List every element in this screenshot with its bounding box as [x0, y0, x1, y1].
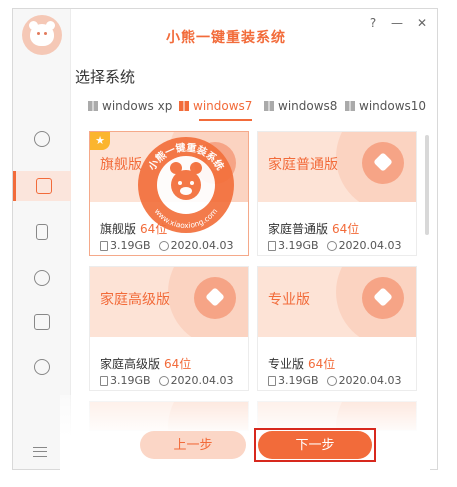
windows-logo-icon — [264, 101, 274, 111]
card-label: 家庭高级版 — [100, 292, 170, 308]
sidebar-item-bear[interactable] — [13, 124, 71, 154]
os-card-home-basic[interactable]: 家庭普通版 家庭普通版 64位 3.19GB 2020.04.03 — [257, 131, 417, 256]
card-meta: 3.19GB 2020.04.03 — [100, 374, 234, 387]
sidebar-item-system[interactable] — [13, 171, 71, 201]
watermark-stamp: 小熊一键重装系统 www.xiaoxiong.com — [138, 137, 234, 233]
sidebar-item-chat[interactable] — [13, 263, 71, 293]
minimize-icon[interactable]: — — [389, 15, 405, 31]
card-name: 家庭普通版 64位 — [268, 222, 360, 236]
card-label: 旗舰版 — [100, 157, 142, 173]
card-name: 家庭高级版 64位 — [100, 357, 192, 371]
sidebar-item-planet[interactable] — [13, 352, 71, 382]
close-icon[interactable]: ✕ — [414, 15, 430, 31]
planet-icon — [34, 359, 50, 375]
sidebar-item-help[interactable] — [13, 307, 71, 337]
star-badge-icon: ★ — [90, 132, 110, 150]
card-meta: 3.19GB 2020.04.03 — [268, 239, 402, 252]
clock-icon — [326, 375, 337, 386]
clock-icon — [326, 240, 337, 251]
menu-icon[interactable] — [33, 447, 47, 457]
os-card-home-premium[interactable]: 家庭高级版 家庭高级版 64位 3.19GB 2020.04.03 — [89, 266, 249, 391]
usb-icon — [36, 224, 48, 240]
bear-logo-icon — [22, 15, 62, 55]
disk-icon — [100, 375, 108, 386]
windows-logo-icon — [345, 101, 355, 111]
scrollbar[interactable] — [425, 135, 429, 235]
os-card-professional[interactable]: 专业版 专业版 64位 3.19GB 2020.04.03 — [257, 266, 417, 391]
next-button-highlight — [254, 428, 376, 462]
card-meta: 3.19GB 2020.04.03 — [100, 239, 234, 252]
tab-windows8[interactable]: windows8 — [264, 93, 337, 119]
card-label: 专业版 — [268, 292, 310, 308]
bear-icon — [34, 131, 50, 147]
card-name: 专业版 64位 — [268, 357, 336, 371]
section-title: 选择系统 — [75, 68, 136, 86]
card-label: 家庭普通版 — [268, 157, 338, 173]
prev-button[interactable]: 上一步 — [140, 431, 246, 459]
windows-logo-icon — [179, 101, 189, 111]
os-tabs: windows xp windows7 windows8 windows10 — [75, 93, 430, 121]
sidebar-item-usb[interactable] — [13, 217, 71, 247]
monitor-icon — [35, 178, 52, 194]
disk-icon — [268, 240, 276, 251]
help-book-icon — [34, 314, 50, 330]
help-icon[interactable]: ? — [365, 15, 381, 31]
tab-windows7[interactable]: windows7 — [179, 93, 253, 121]
windows-logo-icon — [88, 101, 98, 111]
tab-windows-xp[interactable]: windows xp — [88, 93, 172, 119]
card-meta: 3.19GB 2020.04.03 — [268, 374, 402, 387]
clock-icon — [158, 240, 169, 251]
clock-icon — [158, 375, 169, 386]
tab-windows10[interactable]: windows10 — [345, 93, 426, 119]
app-title: 小熊一键重装系统 — [166, 30, 286, 46]
disk-icon — [268, 375, 276, 386]
chat-icon — [34, 270, 50, 286]
disk-icon — [100, 240, 108, 251]
